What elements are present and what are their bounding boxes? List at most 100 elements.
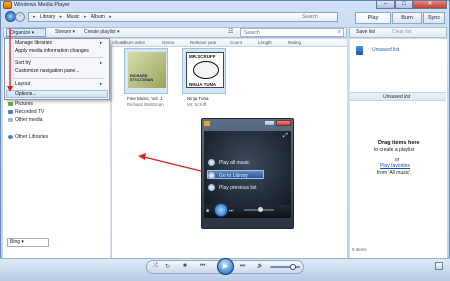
nav-label: Other Libraries — [15, 134, 49, 140]
mp-go-to-library[interactable]: Go to Library — [208, 172, 248, 179]
search-icon[interactable]: ⌕ — [338, 29, 341, 36]
stream-button[interactable]: Stream ▾ — [55, 28, 75, 37]
library-search[interactable]: ⌕ — [240, 28, 344, 37]
address-search-input[interactable] — [302, 13, 340, 21]
window-title: Windows Media Player — [14, 2, 70, 8]
network-icon — [8, 134, 13, 139]
previous-icon[interactable]: ⏮ — [200, 263, 205, 270]
breadcrumb[interactable]: ▸ Library ▸ Music ▸ Album ▸ — [28, 12, 338, 22]
tv-icon — [8, 109, 13, 114]
cover-text: NINJA TUNA — [189, 82, 217, 87]
stop-icon[interactable]: ■ — [183, 263, 187, 269]
menu-item-manage-libraries[interactable]: Manage libraries — [15, 40, 52, 46]
playlist-icon — [356, 46, 363, 55]
favorites-source: from 'All music'. — [377, 170, 412, 176]
menu-divider — [13, 78, 104, 79]
search-provider-select[interactable]: Bing ▾ — [7, 238, 49, 247]
play-favorites-link[interactable]: Play favorites — [380, 163, 410, 169]
play-button[interactable]: ▶ — [217, 258, 234, 275]
stop-icon[interactable]: ■ — [206, 208, 209, 214]
nav-other-libraries[interactable]: Other Libraries — [8, 134, 48, 140]
cover-text: MR.SCRUFF — [189, 54, 216, 59]
repeat-icon[interactable]: ↻ — [165, 263, 170, 270]
drag-items-title: Drag items here — [378, 140, 420, 146]
album-tile-fine-music[interactable]: RICHARD STOLTZMAN — [124, 48, 168, 94]
chevron-right-icon: ▸ — [33, 14, 36, 20]
album-title[interactable]: Fine Music, Vol. 1 — [127, 96, 163, 101]
menu-item-sort-by[interactable]: Sort by — [15, 60, 31, 66]
title-bar[interactable]: Windows Media Player – □ ✕ — [0, 0, 450, 10]
nav-item-recorded-tv[interactable]: Recorded TV — [8, 109, 44, 115]
column-release-year[interactable]: Release year — [190, 40, 217, 45]
menu-divider — [13, 57, 104, 58]
next-icon[interactable]: ⏭ — [229, 208, 234, 214]
menu-item-customize-nav[interactable]: Customize navigation pane... — [15, 68, 79, 74]
media-player-icon — [204, 121, 210, 126]
volume-thumb[interactable] — [290, 264, 296, 270]
switch-to-now-playing-icon[interactable] — [435, 262, 443, 270]
maximize-button[interactable]: □ — [395, 0, 413, 9]
chevron-right-icon: ▸ — [59, 14, 63, 20]
mini-volume-thumb[interactable] — [258, 207, 263, 212]
tab-play[interactable]: Play — [355, 12, 391, 24]
menu-item-options[interactable]: Options... — [15, 91, 36, 97]
play-icon — [208, 159, 215, 166]
menu-item-layout[interactable]: Layout — [15, 81, 30, 87]
album-artist[interactable]: Richard Stoltzman — [127, 102, 164, 107]
close-button[interactable]: ✕ — [413, 0, 447, 9]
library-icon — [208, 172, 215, 179]
album-artist[interactable]: Mr. Scruff — [187, 102, 206, 107]
tab-sync[interactable]: Sync — [423, 12, 445, 24]
mp-label: Go to Library — [219, 172, 248, 179]
forward-button[interactable]: › — [15, 12, 25, 22]
unsaved-list-title[interactable]: Unsaved list — [372, 47, 399, 53]
pictures-icon — [8, 101, 13, 106]
shuffle-icon[interactable]: ⤮ — [153, 263, 158, 270]
album-title[interactable]: Ninja Tuna — [187, 96, 209, 101]
library-search-input[interactable] — [241, 29, 331, 36]
organize-button[interactable]: Organize ▾ — [6, 28, 46, 37]
drag-items-subtitle: to create a playlist — [374, 147, 415, 153]
submenu-arrow-icon: ▸ — [100, 60, 103, 65]
media-player-icon — [3, 1, 12, 9]
breadcrumb-album[interactable]: Album — [91, 14, 105, 20]
create-playlist-button[interactable]: Create playlist ▾ — [84, 28, 120, 37]
view-options-icon[interactable]: ☷ — [228, 28, 237, 37]
cover-art-creature — [193, 61, 219, 79]
column-rating[interactable]: Rating — [288, 40, 301, 45]
submenu-arrow-icon: ▸ — [100, 81, 103, 86]
album-tile-ninja-tuna[interactable]: MR.SCRUFF NINJA TUNA — [182, 48, 226, 94]
submenu-arrow-icon: ▸ — [100, 40, 103, 45]
tab-burn[interactable]: Burn — [392, 12, 422, 24]
nav-label: Other media — [15, 117, 43, 123]
items-count: 0 items — [352, 247, 367, 252]
column-length[interactable]: Length — [258, 40, 272, 45]
menu-item-apply-media-info[interactable]: Apply media information changes — [15, 48, 89, 54]
mp-play-all-music[interactable]: Play all music — [208, 159, 250, 166]
play-icon — [208, 184, 215, 191]
mp-label: Play previous list — [219, 184, 257, 191]
mini-player-close[interactable] — [276, 120, 291, 126]
next-icon[interactable]: ⏭ — [240, 263, 245, 270]
cover-text: RICHARD STOLTZMAN — [130, 74, 154, 82]
list-header-label: Unsaved list — [383, 94, 411, 100]
clear-list-button[interactable]: Clear list — [392, 29, 411, 35]
mini-player-minimize[interactable] — [264, 120, 275, 126]
column-genre[interactable]: Genre — [162, 40, 175, 45]
mini-play-button[interactable] — [214, 203, 228, 217]
save-list-button[interactable]: Save list — [356, 29, 375, 35]
column-album-artist[interactable]: Album artist — [121, 40, 145, 45]
other-media-icon — [8, 117, 13, 122]
minimize-button[interactable]: – — [376, 0, 395, 9]
chevron-right-icon: ▸ — [109, 14, 112, 20]
column-count[interactable]: Count — [230, 40, 242, 45]
breadcrumb-library[interactable]: Library — [40, 14, 55, 20]
breadcrumb-music[interactable]: Music — [67, 14, 80, 20]
album-cover: MR.SCRUFF NINJA TUNA — [186, 52, 224, 88]
nav-item-pictures[interactable]: Pictures — [8, 101, 33, 107]
mp-play-previous-list[interactable]: Play previous list — [208, 184, 257, 191]
nav-label: Pictures — [15, 101, 34, 107]
nav-item-other-media[interactable]: Other media — [8, 117, 43, 123]
switch-to-library-icon[interactable]: ⤢ — [283, 133, 288, 140]
mute-icon[interactable]: 🔊 — [257, 263, 263, 269]
